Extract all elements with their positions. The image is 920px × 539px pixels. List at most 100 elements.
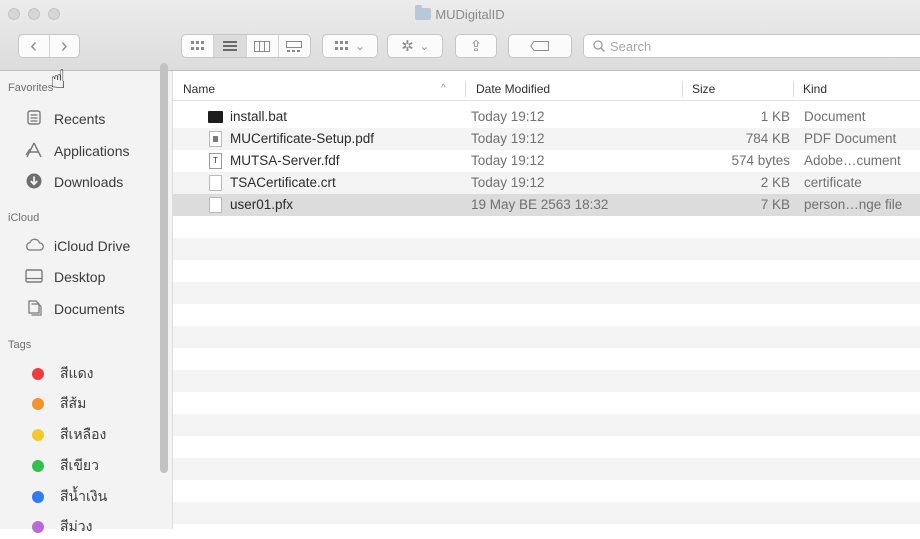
blank-file-icon xyxy=(209,175,222,191)
tag-color-dot xyxy=(32,521,44,533)
folder-icon xyxy=(415,5,432,20)
file-name: TSACertificate.crt xyxy=(230,175,336,190)
sidebar-tag-orange[interactable]: สีส้ม xyxy=(0,392,160,416)
sidebar-heading-icloud: iCloud xyxy=(8,212,40,224)
file-size: 7 KB xyxy=(760,197,790,212)
sidebar-heading-tags: Tags xyxy=(8,339,32,351)
applications-icon xyxy=(24,142,44,161)
file-size: 784 KB xyxy=(745,131,790,146)
file-date: Today 19:12 xyxy=(471,131,545,146)
tag-icon xyxy=(530,41,549,51)
file-name: install.bat xyxy=(230,109,288,124)
tag-color-dot xyxy=(32,398,44,410)
table-row[interactable]: TSACertificate.crt Today 19:12 2 KB cert… xyxy=(173,172,920,194)
sidebar-item-applications[interactable]: Applications xyxy=(0,139,160,163)
sidebar-item-label: iCloud Drive xyxy=(54,238,131,254)
sidebar-tag-red[interactable]: สีแดง xyxy=(0,362,160,386)
sidebar-item-label: สีเหลือง xyxy=(60,426,107,442)
edit-tags-button[interactable] xyxy=(508,34,572,58)
tag-color-dot xyxy=(32,368,44,380)
file-size: 574 bytes xyxy=(731,153,790,168)
sidebar-tag-green[interactable]: สีเขียว xyxy=(0,454,160,478)
sidebar-item-label: Desktop xyxy=(54,269,106,285)
sidebar-item-label: สีน้ำเงิน xyxy=(60,488,108,504)
sidebar-item-desktop[interactable]: Desktop xyxy=(0,265,160,289)
recents-icon xyxy=(24,110,44,128)
table-row[interactable]: install.bat Today 19:12 1 KB Document xyxy=(173,106,920,128)
terminal-file-icon xyxy=(208,111,223,123)
chevron-down-icon: ⌄ xyxy=(419,40,429,53)
file-size: 2 KB xyxy=(760,175,790,190)
hand-pointer-cursor-icon: ☝ xyxy=(50,64,66,94)
column-header-kind[interactable]: Kind xyxy=(803,82,827,96)
file-date: 19 May BE 2563 18:32 xyxy=(471,197,609,212)
list-header: Name ^ Date Modified Size Kind xyxy=(173,78,920,101)
sort-ascending-icon: ^ xyxy=(441,83,446,94)
downloads-icon xyxy=(24,173,44,192)
sidebar-tag-purple[interactable]: สีม่วง xyxy=(0,515,160,539)
tag-color-dot xyxy=(32,429,44,441)
table-row[interactable]: T MUTSA-Server.fdf Today 19:12 574 bytes… xyxy=(173,150,920,172)
file-name: MUTSA-Server.fdf xyxy=(230,153,340,168)
group-grid-icon xyxy=(335,41,349,50)
table-row-selected[interactable]: user01.pfx 19 May BE 2563 18:32 7 KB per… xyxy=(173,194,920,216)
empty-row xyxy=(173,414,920,436)
sidebar-item-downloads[interactable]: Downloads xyxy=(0,170,160,194)
icon-view-button[interactable] xyxy=(182,35,213,57)
desktop-icon xyxy=(24,268,44,286)
search-field[interactable]: Search xyxy=(583,34,920,58)
sidebar-item-label: Applications xyxy=(54,143,130,159)
sidebar-item-icloud-drive[interactable]: iCloud Drive xyxy=(0,234,160,258)
share-icon: ⇪ xyxy=(469,38,483,55)
sidebar-heading-favorites: Favorites xyxy=(8,82,54,94)
search-icon xyxy=(593,38,605,55)
sidebar-item-label: สีส้ม xyxy=(60,395,87,411)
file-name: MUCertificate-Setup.pdf xyxy=(230,131,375,146)
gear-icon: ✲ xyxy=(401,38,414,55)
file-date: Today 19:12 xyxy=(471,175,545,190)
chevron-right-icon: › xyxy=(60,34,68,57)
sidebar-item-label: Downloads xyxy=(54,174,124,190)
tag-color-dot xyxy=(32,460,44,472)
back-forward-control: ‹ › xyxy=(18,34,80,58)
sidebar-tag-blue[interactable]: สีน้ำเงิน xyxy=(0,485,160,509)
file-size: 1 KB xyxy=(760,109,790,124)
table-row[interactable]: MUCertificate-Setup.pdf Today 19:12 784 … xyxy=(173,128,920,150)
search-placeholder: Search xyxy=(610,39,652,54)
columns-icon xyxy=(254,40,271,52)
share-button[interactable]: ⇪ xyxy=(455,34,497,58)
file-kind: PDF Document xyxy=(804,131,897,146)
sidebar-tag-yellow[interactable]: สีเหลือง xyxy=(0,423,160,447)
fdf-file-icon: T xyxy=(209,153,222,169)
sidebar-item-label: สีม่วง xyxy=(60,518,93,534)
grid-icon xyxy=(190,41,204,50)
back-button[interactable]: ‹ xyxy=(19,35,49,57)
file-kind: certificate xyxy=(804,175,862,190)
action-menu-button[interactable]: ✲ ⌄ xyxy=(387,34,443,58)
empty-row xyxy=(173,282,920,304)
sidebar-item-label: สีเขียว xyxy=(60,457,99,473)
file-list: Name ^ Date Modified Size Kind install.b… xyxy=(173,71,920,529)
sidebar-item-label: สีแดง xyxy=(60,365,94,381)
sidebar-item-recents[interactable]: Recents xyxy=(0,107,160,131)
file-kind: Document xyxy=(804,109,866,124)
group-by-button[interactable]: ⌄ xyxy=(322,34,378,58)
sidebar-item-documents[interactable]: Documents xyxy=(0,297,160,321)
window-title: MUDigitalID xyxy=(0,5,920,22)
empty-row xyxy=(173,238,920,260)
empty-row xyxy=(173,458,920,480)
forward-button[interactable]: › xyxy=(48,34,80,57)
gallery-view-button[interactable] xyxy=(277,35,310,57)
pdf-file-icon xyxy=(209,131,222,147)
blank-file-icon xyxy=(209,197,222,213)
list-view-button[interactable] xyxy=(213,35,246,57)
column-header-name[interactable]: Name xyxy=(183,82,215,96)
column-header-size[interactable]: Size xyxy=(692,82,715,96)
view-mode-control xyxy=(181,34,311,58)
column-view-button[interactable] xyxy=(245,35,278,57)
sidebar-scrollbar[interactable] xyxy=(160,63,168,473)
column-header-date[interactable]: Date Modified xyxy=(476,82,550,96)
chevron-down-icon: ⌄ xyxy=(355,40,365,53)
cloud-icon xyxy=(24,238,44,254)
sidebar-item-label: Documents xyxy=(54,301,125,317)
